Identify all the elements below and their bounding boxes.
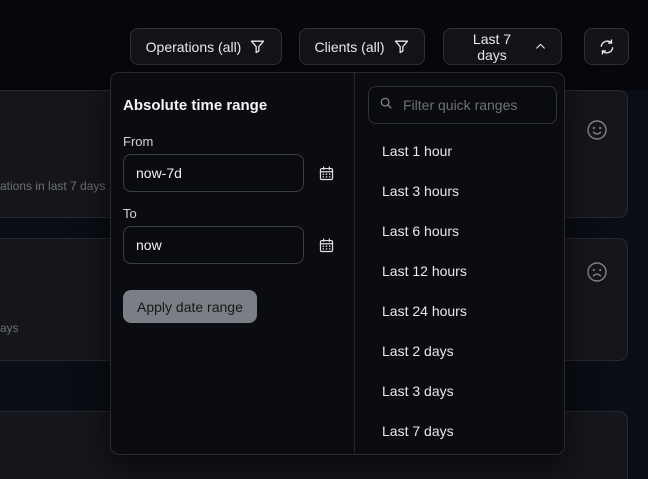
happy-face-icon [585, 118, 609, 142]
calendar-icon [318, 170, 335, 185]
quick-range-option[interactable]: Last 7 days [355, 411, 564, 451]
quick-range-option[interactable]: Last 3 days [355, 371, 564, 411]
funnel-icon [393, 38, 410, 55]
funnel-icon [249, 38, 266, 55]
to-input[interactable] [123, 226, 304, 264]
from-label: From [123, 134, 342, 149]
time-picker-dropdown: Absolute time range From To [110, 72, 565, 455]
absolute-time-range-title: Absolute time range [123, 97, 342, 114]
operations-filter-button[interactable]: Operations (all) [130, 28, 282, 65]
sad-face-icon [585, 260, 609, 284]
from-calendar-button[interactable] [318, 165, 335, 182]
clients-filter-label: Clients (all) [314, 39, 384, 55]
time-range-label: Last 7 days [458, 31, 526, 63]
absolute-time-range-section: Absolute time range From To [111, 73, 354, 454]
apply-date-range-button[interactable]: Apply date range [123, 290, 257, 323]
dashboard-screen: ations in last 7 days ays Operations (al… [0, 0, 648, 479]
to-calendar-button[interactable] [318, 237, 335, 254]
metric-card-caption: ations in last 7 days [0, 179, 105, 193]
refresh-icon [598, 38, 616, 56]
operations-filter-label: Operations (all) [146, 39, 242, 55]
clients-filter-button[interactable]: Clients (all) [299, 28, 425, 65]
quick-ranges-search[interactable] [368, 86, 557, 124]
quick-range-option[interactable]: Last 24 hours [355, 291, 564, 331]
quick-range-option[interactable]: Last 2 days [355, 331, 564, 371]
quick-range-option[interactable]: Last 12 hours [355, 251, 564, 291]
quick-range-option[interactable]: Last 3 hours [355, 171, 564, 211]
chevron-up-icon [534, 40, 547, 53]
quick-ranges-section: Last 1 hour Last 3 hours Last 6 hours La… [354, 73, 564, 454]
time-range-button[interactable]: Last 7 days [443, 28, 562, 65]
quick-range-option[interactable]: Last 6 hours [355, 211, 564, 251]
quick-ranges-filter-input[interactable] [401, 96, 546, 114]
to-label: To [123, 206, 342, 221]
refresh-button[interactable] [584, 28, 629, 65]
quick-range-option[interactable]: Last 1 hour [355, 131, 564, 171]
quick-ranges-list: Last 1 hour Last 3 hours Last 6 hours La… [355, 131, 564, 451]
calendar-icon [318, 242, 335, 257]
search-icon [379, 96, 393, 115]
metric-card-caption: ays [0, 321, 19, 335]
from-input[interactable] [123, 154, 304, 192]
